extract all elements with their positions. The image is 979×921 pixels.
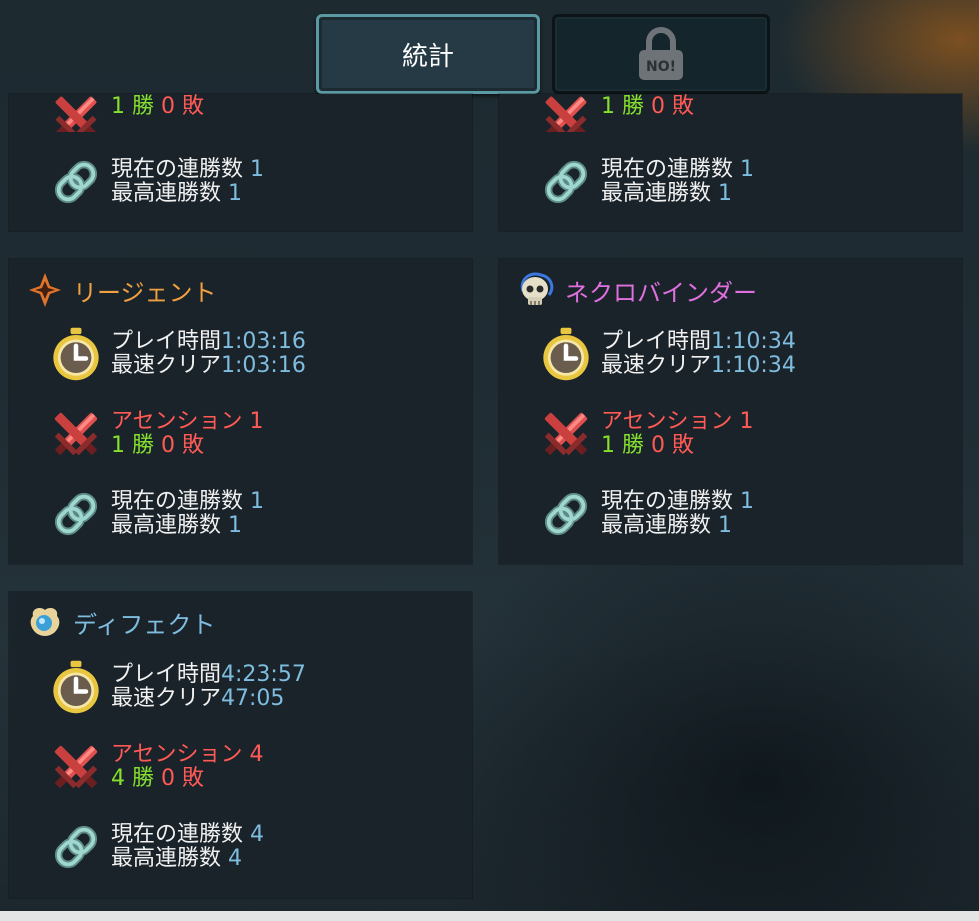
play-time-label: プレイ時間 [111,329,222,354]
ascension-label: アセンション 1 [601,409,754,434]
ascension-label: アセンション 1 [111,409,264,434]
current-streak-label: 現在の連勝数 [111,157,244,182]
skull-icon [520,272,554,305]
current-streak-value: 4 [250,822,265,847]
ascension-label: アセンション 4 [111,742,264,767]
best-streak-value: 1 [718,181,733,206]
best-streak-value: 1 [718,513,733,538]
character-name: ネクロバインダー [565,278,757,307]
best-streak-label: 最高連勝数 [111,513,222,538]
ascension-row: アセンション 4 4 勝 0 敗 [45,736,264,798]
padlock-icon: NO! [639,27,683,80]
chain-icon [535,483,597,545]
time-row: プレイ時間1:10:34 最速クリア1:10:34 [535,323,796,385]
play-time-value: 4:23:57 [221,662,306,687]
current-streak-value: 1 [740,157,755,182]
chain-icon [535,151,597,213]
time-row: プレイ時間4:23:57 最速クリア47:05 [45,656,306,718]
streak-row: 現在の連勝数 1 最高連勝数 1 [45,151,264,213]
regent-star-icon [29,273,61,307]
stopwatch-icon [45,323,107,385]
best-streak-label: 最高連勝数 [601,513,712,538]
stopwatch-icon [45,656,107,718]
losses: 0 敗 [651,433,694,458]
wins: 1 勝 [601,94,644,119]
character-title: ネクロバインダー [517,271,757,309]
streak-row: 現在の連勝数 1 最高連勝数 1 [535,151,754,213]
ascension-row: アセンション 1 1 勝 0 敗 [45,403,264,465]
best-streak-value: 1 [228,181,243,206]
wins: 1 勝 [111,433,154,458]
crossed-swords-icon [45,82,107,132]
current-streak-label: 現在の連勝数 [601,157,734,182]
crossed-swords-icon [45,736,107,798]
fastest-clear-value: 47:05 [221,686,285,711]
fastest-clear-value: 1:03:16 [221,353,306,378]
wins: 4 勝 [111,766,154,791]
record-row: 1 勝 0 敗 [45,82,204,132]
current-streak-label: 現在の連勝数 [111,489,244,514]
streak-row: 現在の連勝数 1 最高連勝数 1 [45,483,264,545]
stopwatch-icon [535,323,597,385]
character-name: リージェント [73,278,217,307]
stats-panel-defect: ディフェクト プレイ時間4:23:57 最速クリア47:05 アセンション 4 … [9,592,472,898]
bottom-strip [0,911,979,921]
crossed-swords-icon [535,82,597,132]
streak-row: 現在の連勝数 4 最高連勝数 4 [45,816,264,878]
fastest-clear-label: 最速クリア [111,686,222,711]
play-time-label: プレイ時間 [111,662,222,687]
tab-stats-label: 統計 [401,41,454,72]
lock-text: NO! [646,59,676,75]
stats-panel-top-left: 1 勝 0 敗 現在の連勝数 1 最高連勝数 1 [9,94,472,231]
play-time-value: 1:03:16 [221,329,306,354]
play-time-value: 1:10:34 [711,329,796,354]
crossed-swords-icon [45,403,107,465]
losses: 0 敗 [161,94,204,119]
losses: 0 敗 [161,433,204,458]
streak-row: 現在の連勝数 1 最高連勝数 1 [535,483,754,545]
wins: 1 勝 [601,433,644,458]
fastest-clear-label: 最速クリア [111,353,222,378]
crossed-swords-icon [535,403,597,465]
stats-panel-regent: リージェント プレイ時間1:03:16 最速クリア1:03:16 アセンション … [9,259,472,564]
current-streak-value: 1 [740,489,755,514]
time-row: プレイ時間1:03:16 最速クリア1:03:16 [45,323,306,385]
current-streak-label: 現在の連勝数 [601,489,734,514]
current-streak-value: 1 [250,157,265,182]
best-streak-label: 最高連勝数 [111,846,222,871]
current-streak-value: 1 [250,489,265,514]
best-streak-label: 最高連勝数 [601,181,712,206]
ascension-row: アセンション 1 1 勝 0 敗 [535,403,754,465]
chain-icon [45,151,107,213]
record-row: 1 勝 0 敗 [535,82,694,132]
fastest-clear-value: 1:10:34 [711,353,796,378]
best-streak-value: 1 [228,513,243,538]
stats-panel-top-right: 1 勝 0 敗 現在の連勝数 1 最高連勝数 1 [499,94,962,231]
fastest-clear-label: 最速クリア [601,353,712,378]
best-streak-label: 最高連勝数 [111,181,222,206]
best-streak-value: 4 [228,846,243,871]
losses: 0 敗 [161,766,204,791]
defect-orb-icon [30,608,60,636]
losses: 0 敗 [651,94,694,119]
play-time-label: プレイ時間 [601,329,712,354]
character-title: リージェント [27,271,217,309]
character-name: ディフェクト [73,610,216,639]
current-streak-label: 現在の連勝数 [111,822,244,847]
stats-panel-necrobinder: ネクロバインダー プレイ時間1:10:34 最速クリア1:10:34 アセンショ… [499,259,962,564]
character-title: ディフェクト [27,604,215,640]
chain-icon [45,816,107,878]
wins: 1 勝 [111,94,154,119]
chain-icon [45,483,107,545]
tab-stats[interactable]: 統計 [316,14,540,94]
